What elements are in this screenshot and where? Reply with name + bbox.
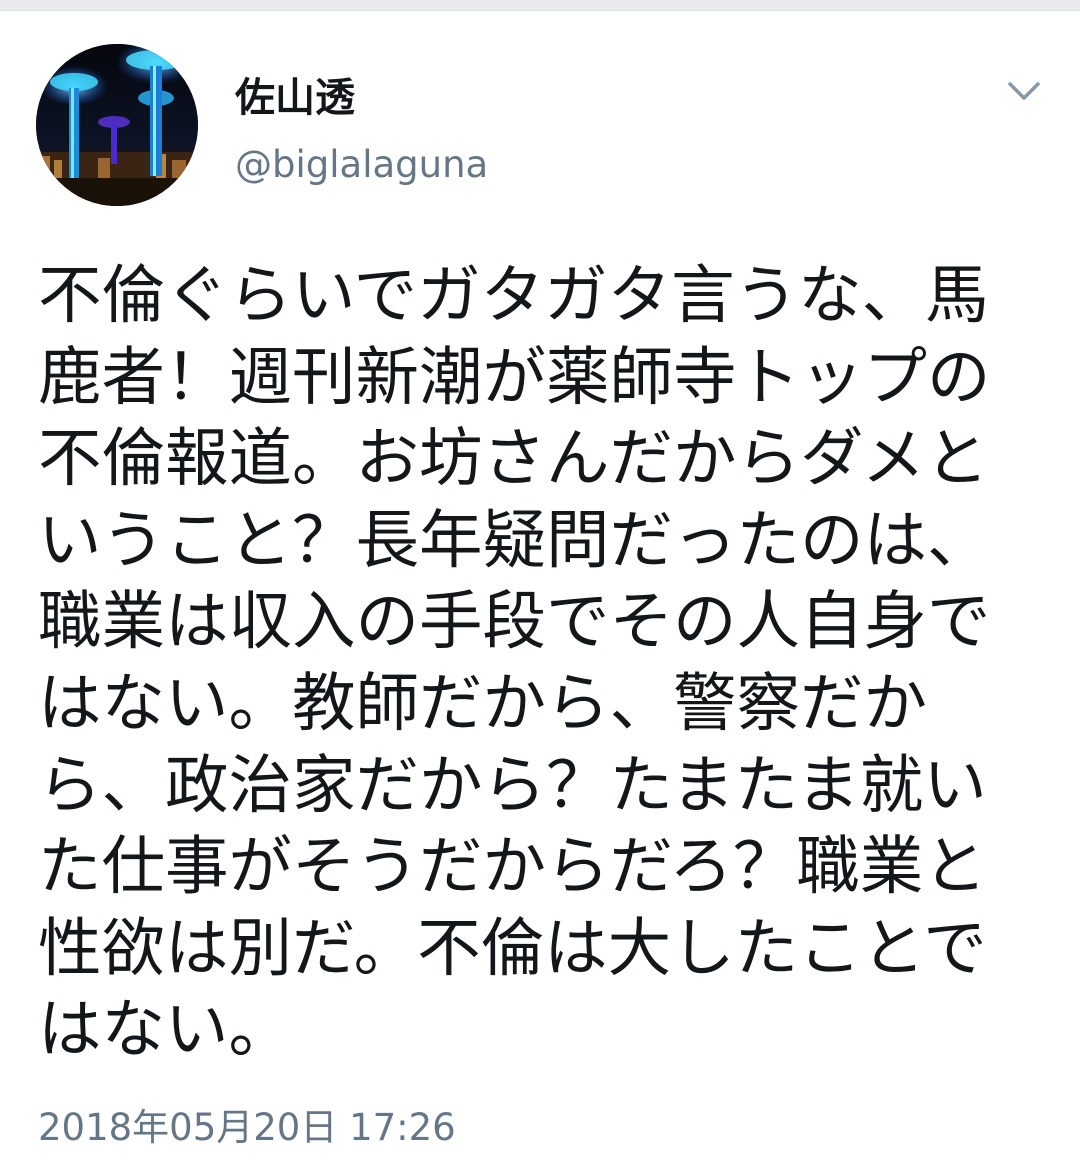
tweet-text-line: はない。 xyxy=(38,992,292,1067)
tweet-text-line: 性欲は別だ。不倫は大したことで xyxy=(38,910,987,985)
tweet-timestamp[interactable]: 2018年05月20日 17:26 xyxy=(38,1104,456,1152)
chevron-down-icon[interactable] xyxy=(1002,72,1046,108)
tweet-text-line: た仕事がそうだからだろ？職業と xyxy=(38,829,987,904)
avatar[interactable] xyxy=(36,44,198,206)
display-name[interactable]: 佐山透 xyxy=(235,74,355,122)
tweet-text: 不倫ぐらいでガタガタ言うな、馬 鹿者！週刊新潮が薬師寺トップの 不倫報道。お坊さ… xyxy=(38,255,1038,1071)
tweet-text-line: 鹿者！週刊新潮が薬師寺トップの xyxy=(38,339,991,414)
night-garden-towers-avatar-icon xyxy=(36,44,198,206)
top-divider xyxy=(0,0,1080,11)
user-handle[interactable]: @biglalaguna xyxy=(235,142,488,188)
tweet-text-line: はない。教師だから、警察だか xyxy=(38,665,927,740)
tweet-text-line: 職業は収入の手段でその人自身で xyxy=(38,584,991,659)
tweet-text-line: いうこと？長年疑問だったのは、 xyxy=(38,502,991,577)
tweet-text-line: ら、政治家だから？たまたま就い xyxy=(38,747,987,822)
tweet-header: 佐山透 @biglalaguna xyxy=(36,44,1046,212)
tweet-text-line: 不倫報道。お坊さんだからダメと xyxy=(38,421,989,496)
tweet-text-line: 不倫ぐらいでガタガタ言うな、馬 xyxy=(38,258,989,332)
